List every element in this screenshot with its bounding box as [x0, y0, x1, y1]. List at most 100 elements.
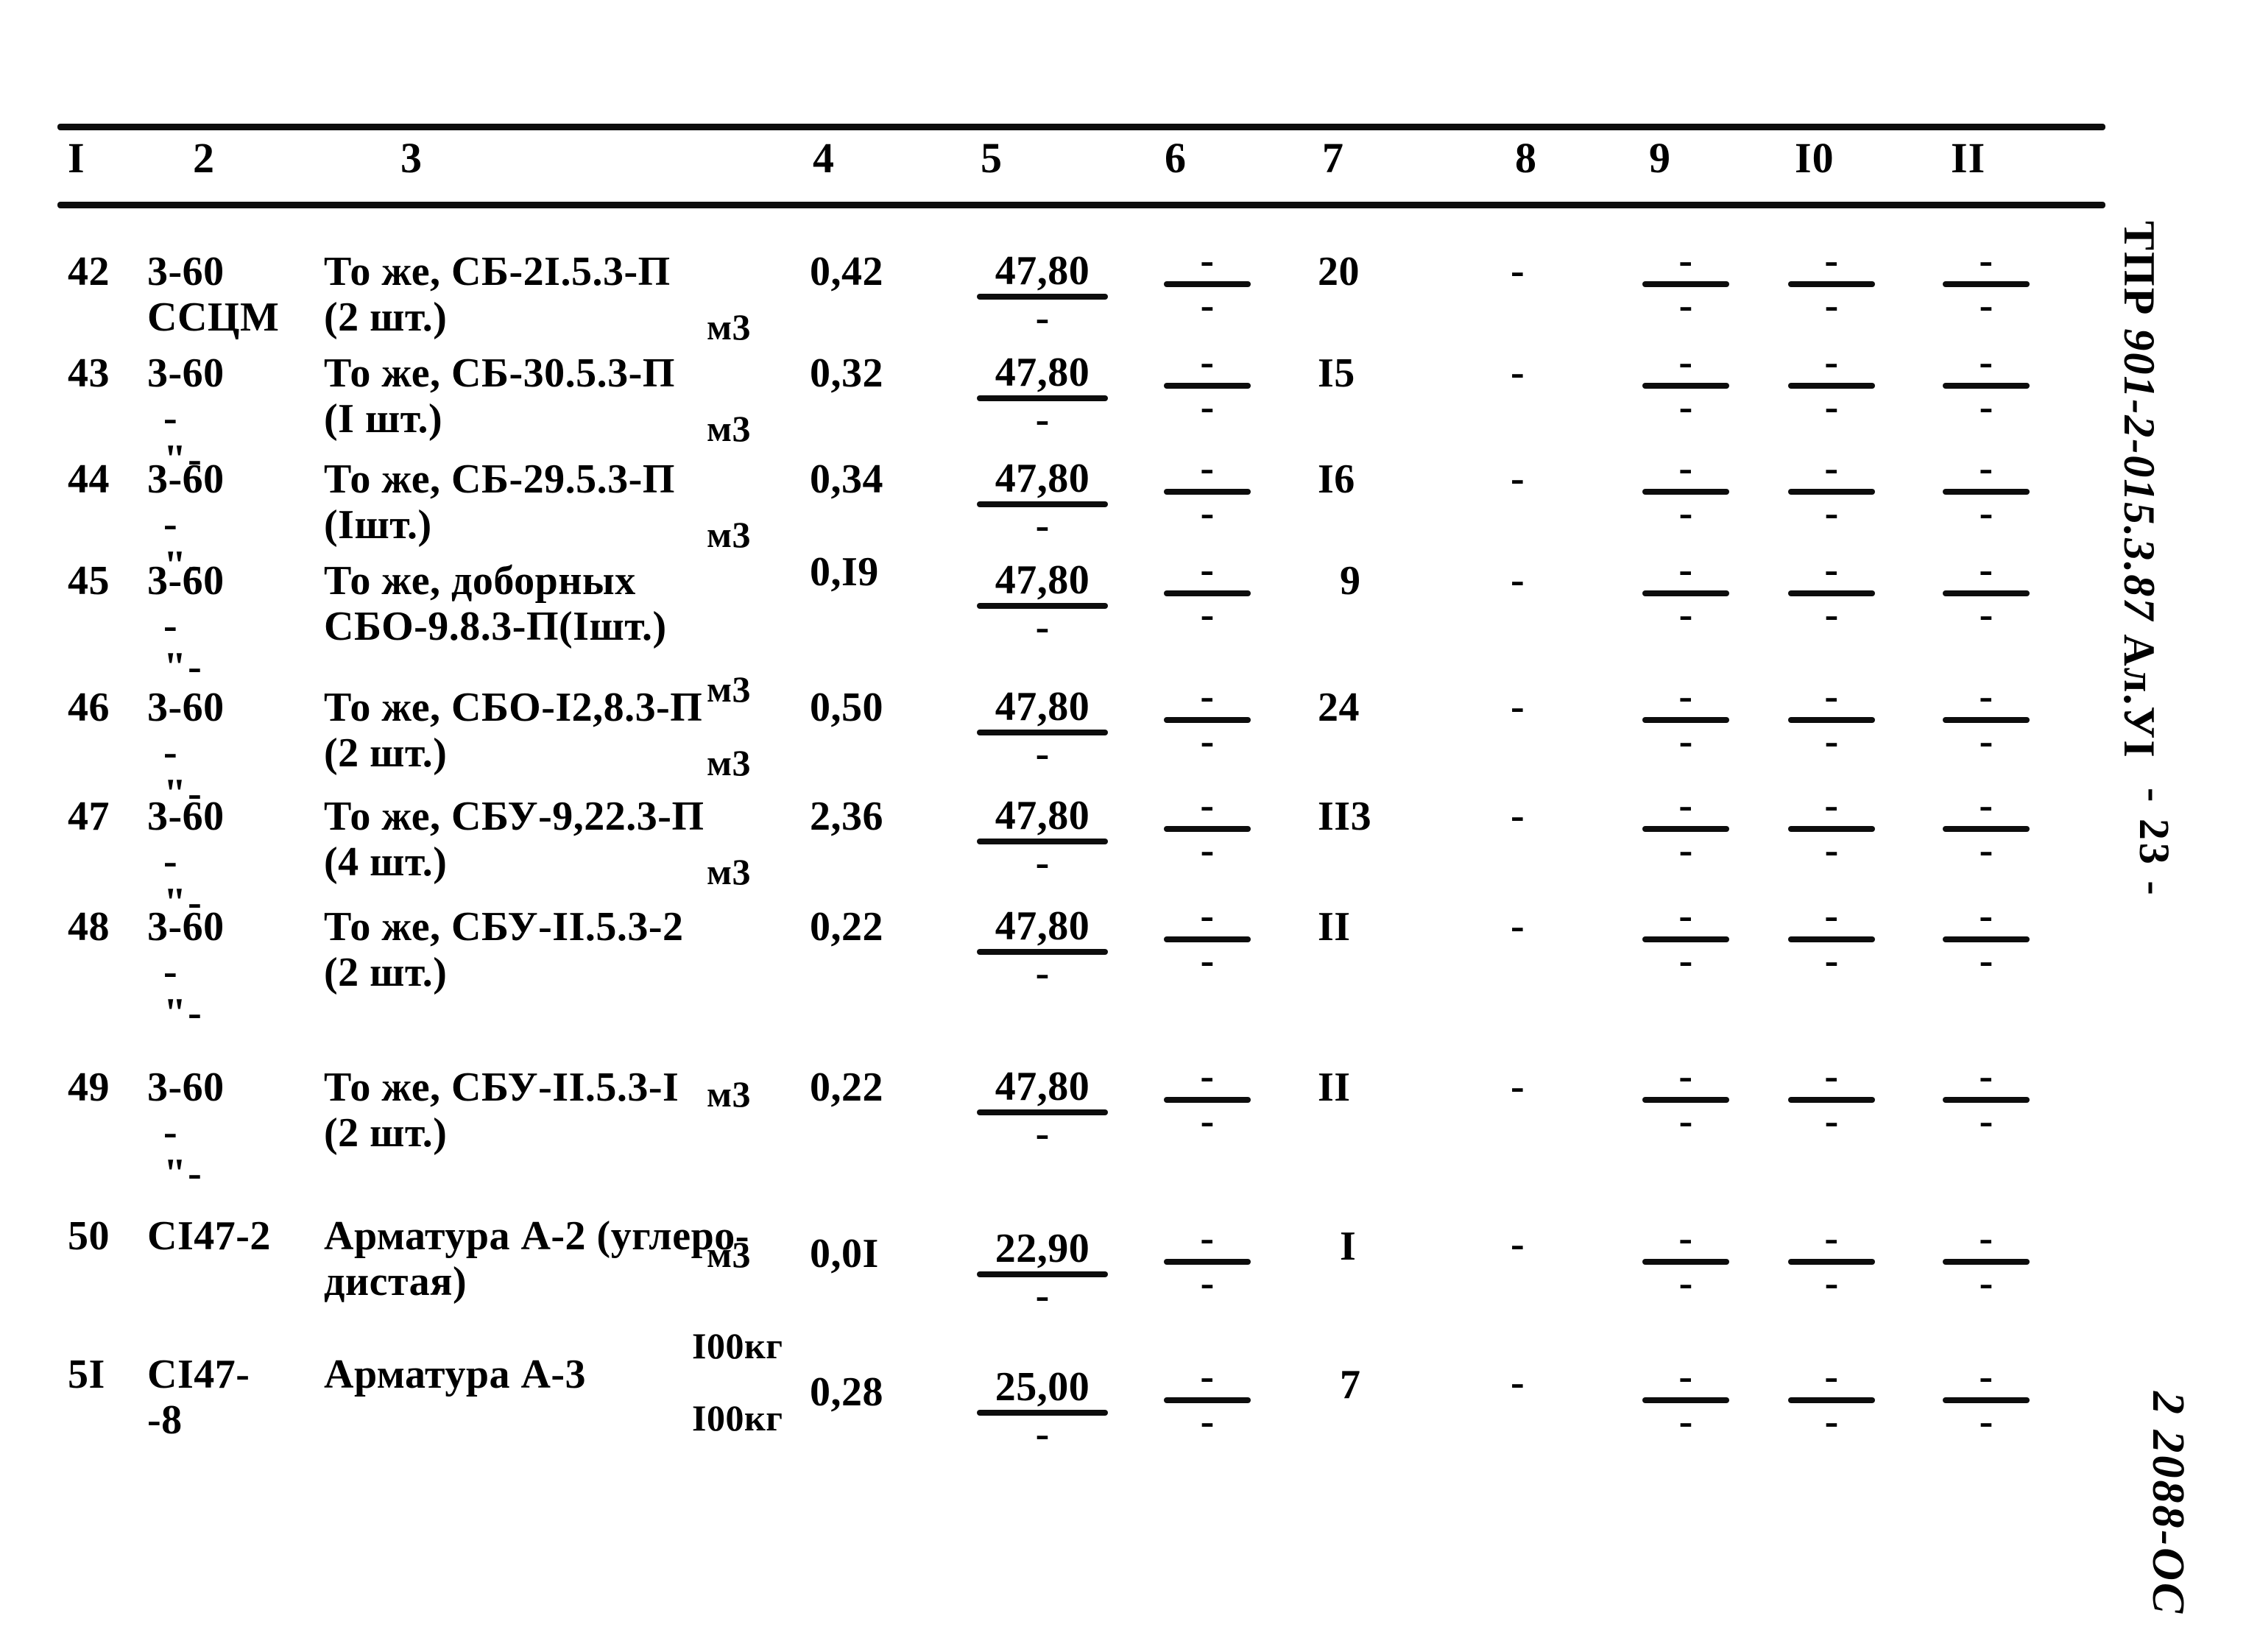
- cell-price-numerator: 47,80: [995, 248, 1090, 294]
- table-top-rule: [57, 124, 2105, 130]
- cell-col10-denominator: -: [1824, 384, 1839, 430]
- cell-col11-denominator: -: [1979, 1399, 1994, 1444]
- column-header-6: 6: [1165, 134, 1187, 182]
- cell-col10: --: [1781, 1218, 1882, 1306]
- cell-col9-denominator: -: [1678, 283, 1693, 328]
- cell-description-line1: Арматура А-2 (углеро-: [324, 1213, 749, 1259]
- cell-col10: --: [1781, 1056, 1882, 1142]
- cell-col9-numerator: -: [1678, 893, 1693, 939]
- column-header-4: 4: [813, 134, 835, 182]
- cell-col9: --: [1636, 1053, 1736, 1142]
- cell-col6-denominator: -: [1200, 1399, 1215, 1444]
- column-header-9: 9: [1649, 134, 1671, 182]
- cell-col10: --: [1781, 785, 1882, 871]
- cell-col8-dash: -: [1511, 456, 1525, 501]
- cell-col11-numerator: -: [1979, 1215, 1994, 1261]
- cell-price-denominator: -: [1035, 503, 1050, 548]
- cell-total: I6: [1318, 456, 1355, 502]
- cell-col6: --: [1157, 448, 1257, 534]
- cell-price-numerator: 22,90: [995, 1226, 1090, 1271]
- cell-col9-numerator: -: [1678, 674, 1693, 719]
- cell-col6-numerator: -: [1200, 1053, 1215, 1099]
- cell-code-line1: 3-60: [147, 904, 225, 950]
- cell-col11-numerator: -: [1979, 1053, 1994, 1099]
- cell-col6-numerator: -: [1200, 339, 1215, 385]
- cell-col6: --: [1157, 339, 1257, 428]
- cell-col9-numerator: -: [1678, 1215, 1693, 1261]
- cell-col11-numerator: -: [1979, 339, 1994, 385]
- cell-col8-dash: -: [1511, 557, 1525, 603]
- cell-col11: --: [1936, 1053, 2036, 1142]
- margin-code-prefix: ТПР: [2115, 221, 2164, 329]
- column-header-2: 2: [193, 134, 215, 182]
- cell-price: 47,80-: [970, 557, 1115, 650]
- cell-col9-denominator: -: [1678, 490, 1693, 536]
- cell-description-line2: СБО-9.8.3-П(Iшт.): [324, 604, 667, 649]
- column-header-1: I: [68, 134, 85, 182]
- cell-col6-denominator: -: [1200, 827, 1215, 873]
- cell-code-line1: СI47-2: [147, 1213, 271, 1259]
- cell-col6-numerator: -: [1200, 1354, 1215, 1399]
- cell-price-denominator: -: [1035, 731, 1050, 777]
- cell-code-line1: 3-60: [147, 350, 225, 396]
- cell-price-numerator: 47,80: [995, 456, 1090, 501]
- cell-col6-numerator: -: [1200, 1215, 1215, 1261]
- cell-col9-numerator: -: [1678, 238, 1693, 283]
- cell-item-number: 50: [68, 1213, 110, 1259]
- cell-col8-dash: -: [1511, 248, 1525, 294]
- column-header-5: 5: [981, 134, 1003, 182]
- cell-price: 47,80-: [970, 352, 1115, 440]
- cell-price-denominator: -: [1035, 604, 1050, 650]
- cell-col9-denominator: -: [1678, 1260, 1693, 1306]
- cell-price-denominator: -: [1035, 295, 1050, 341]
- cell-description-line1: То же, СБУ-II.5.3-I: [324, 1065, 679, 1110]
- cell-quantity: 0,50: [810, 685, 883, 730]
- cell-total: 20: [1318, 249, 1360, 294]
- cell-quantity: 0,22: [810, 1065, 883, 1110]
- cell-item-number: 44: [68, 456, 110, 502]
- cell-col6-denominator: -: [1200, 592, 1215, 638]
- cell-col9: --: [1636, 549, 1736, 635]
- cell-col11-denominator: -: [1979, 283, 1994, 328]
- cell-col6: --: [1157, 1354, 1257, 1444]
- cell-col10: --: [1781, 1356, 1882, 1442]
- document-page: I 2 3 4 5 6 7 8 9 I0 II 42 3-60 ССЦМ То же,…: [0, 0, 2260, 1652]
- cell-col11-denominator: -: [1979, 827, 1994, 873]
- cell-price: 22,90-: [970, 1226, 1115, 1319]
- cell-col9-numerator: -: [1678, 339, 1693, 385]
- cell-description-line2: (2 шт.): [324, 294, 448, 340]
- cell-col11: --: [1936, 1356, 2036, 1444]
- cell-col11: --: [1936, 1215, 2036, 1306]
- cell-code-line1: 3-60: [147, 1065, 225, 1110]
- cell-price-denominator: -: [1035, 1411, 1050, 1457]
- cell-price-denominator: -: [1035, 1111, 1050, 1157]
- cell-col6: --: [1157, 238, 1257, 326]
- cell-col11-denominator: -: [1979, 719, 1994, 764]
- cell-price-numerator: 47,80: [995, 684, 1090, 730]
- cell-col10-numerator: -: [1824, 893, 1839, 939]
- cell-col10-numerator: -: [1824, 674, 1839, 719]
- margin-code-number: 901-2-015.3.87: [2115, 328, 2164, 622]
- cell-price-numerator: 47,80: [995, 557, 1090, 603]
- cell-col10: --: [1781, 342, 1882, 430]
- margin-document-code: ТПР 901-2-015.3.87 Ал.УI: [2114, 221, 2164, 759]
- cell-col8-dash: -: [1511, 684, 1525, 730]
- cell-col9-numerator: -: [1678, 1053, 1693, 1099]
- cell-unit-of-measure: м3: [707, 306, 752, 347]
- cell-col11-denominator: -: [1979, 1260, 1994, 1306]
- cell-price-numerator: 47,80: [995, 793, 1090, 839]
- cell-col11-denominator: -: [1979, 490, 1994, 536]
- cell-price-denominator: -: [1035, 1273, 1050, 1319]
- cell-col9-denominator: -: [1678, 384, 1693, 430]
- cell-col10-denominator: -: [1824, 1260, 1839, 1306]
- cell-item-number: 48: [68, 904, 110, 950]
- cell-code-line1: 3-60: [147, 456, 225, 502]
- cell-col6: --: [1157, 785, 1257, 873]
- cell-col6-numerator: -: [1200, 238, 1215, 283]
- cell-unit-of-measure: I00кг: [692, 1397, 783, 1439]
- cell-col11: --: [1936, 895, 2036, 981]
- cell-col10-denominator: -: [1824, 592, 1839, 638]
- cell-col9-denominator: -: [1678, 719, 1693, 764]
- cell-col9-numerator: -: [1678, 445, 1693, 491]
- cell-quantity: 0,28: [810, 1369, 883, 1415]
